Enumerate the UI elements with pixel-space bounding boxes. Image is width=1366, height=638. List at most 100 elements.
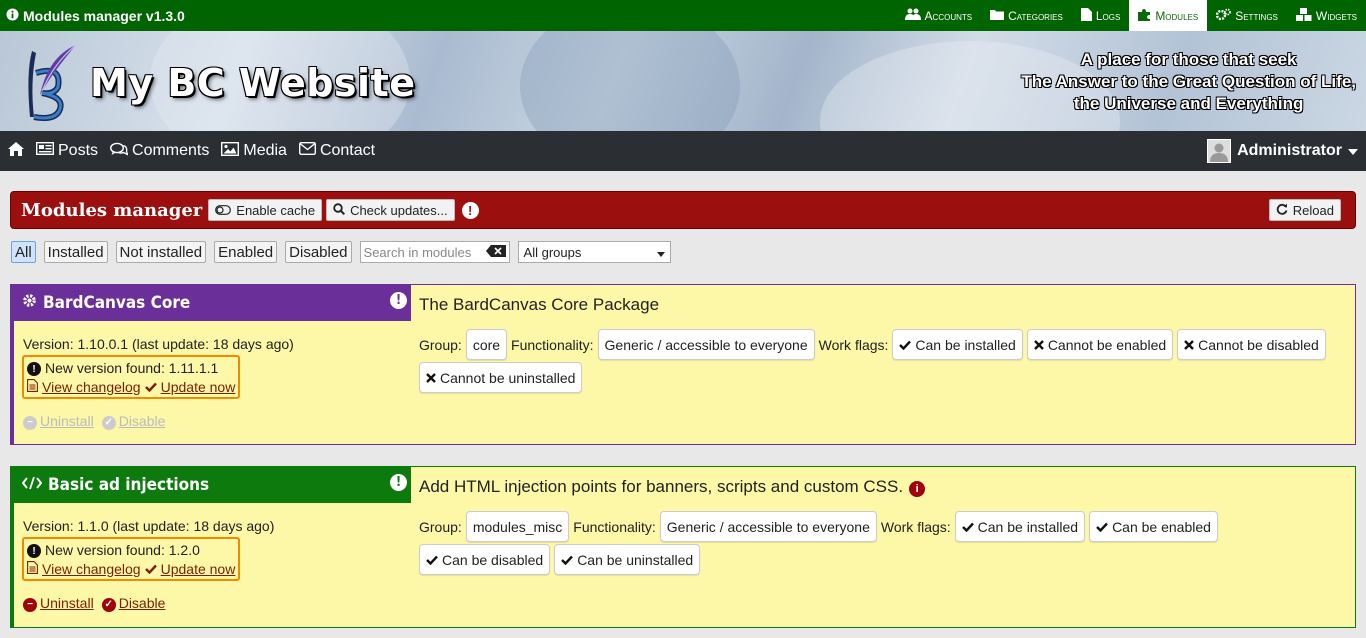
tagline-line: The Answer to the Great Question of Life… (1021, 72, 1356, 91)
work-flag-label: Can be installed (915, 336, 1016, 353)
site-title[interactable]: My BC Website (90, 61, 416, 105)
filter-enabled[interactable]: Enabled (214, 241, 278, 263)
module-card-details: The BardCanvas Core Package Group: core … (411, 285, 1355, 444)
menu-item-categories[interactable]: Categories (981, 0, 1072, 31)
file-icon (1080, 7, 1092, 24)
menu-item-modules[interactable]: Modules (1129, 0, 1208, 31)
user-name: Administrator (1237, 142, 1342, 159)
disable-link-label: Disable (118, 412, 166, 429)
uninstall-link-label: Uninstall (40, 412, 94, 429)
module-actions: − Uninstall ✓ Disable (23, 412, 165, 430)
nav-home[interactable] (8, 141, 24, 161)
update-now-link[interactable]: Update now (161, 561, 236, 577)
group-label: Group: (419, 336, 462, 353)
refresh-icon (1276, 203, 1288, 218)
nav-posts[interactable]: Posts (35, 141, 98, 160)
module-filters: All Installed Not installed Enabled Disa… (11, 241, 671, 263)
filter-not-installed[interactable]: Not installed (115, 241, 207, 263)
new-version-notice: ! New version found: 1.11.1.1 View chang… (22, 355, 241, 399)
new-version-text: New version found: 1.2.0 (45, 541, 200, 558)
work-flag-label: Cannot be enabled (1047, 336, 1167, 353)
gears-icon (1216, 8, 1232, 24)
search-placeholder: Search in modules (363, 244, 472, 260)
view-changelog-link[interactable]: View changelog (42, 379, 141, 395)
nav-media[interactable]: Media (221, 141, 287, 161)
search-input[interactable]: Search in modules (359, 241, 510, 263)
work-flag: Cannot be disabled (1177, 329, 1326, 360)
times-icon (426, 370, 436, 386)
menu-item-label: Widgets (1315, 8, 1357, 23)
check-icon (144, 561, 157, 577)
disable-link[interactable]: ✓ Disable (101, 594, 165, 612)
module-description-text: The BardCanvas Core Package (419, 295, 660, 314)
folder-icon (990, 8, 1005, 23)
work-flag-label: Cannot be uninstalled (440, 369, 576, 386)
module-name: Basic ad injections (48, 475, 210, 495)
functionality-label: Functionality: (511, 336, 594, 353)
work-flag: Can be uninstalled (554, 544, 701, 575)
check-updates-button[interactable]: Check updates... (326, 199, 455, 221)
disable-link[interactable]: ✓ Disable (101, 412, 166, 430)
file-text-icon (27, 378, 38, 395)
filter-installed[interactable]: Installed (43, 241, 108, 263)
work-flag: Can be enabled (1089, 511, 1218, 542)
menu-item-label: Categories (1008, 8, 1063, 23)
filter-disabled[interactable]: Disabled (285, 241, 352, 263)
functionality-label: Functionality: (573, 518, 656, 535)
times-icon (1184, 337, 1194, 353)
work-flag-label: Can be disabled (442, 551, 544, 568)
exclamation-circle-icon: ! (27, 541, 41, 559)
module-card: Basic ad injections ! Version: 1.1.0 (la… (10, 466, 1356, 628)
user-menu[interactable]: Administrator (1207, 139, 1366, 163)
module-description-text: Add HTML injection points for banners, s… (419, 477, 904, 496)
functionality-value: Generic / accessible to everyone (597, 329, 815, 360)
menu-item-label: Modules (1155, 8, 1199, 23)
menu-item-widgets[interactable]: Widgets (1287, 0, 1366, 31)
group-value: core (465, 329, 508, 360)
work-flags-label: Work flags: (818, 336, 889, 353)
avatar (1207, 139, 1232, 163)
reload-button[interactable]: Reload (1268, 199, 1341, 221)
chevron-down-icon (656, 245, 665, 260)
uninstall-link[interactable]: − Uninstall (23, 594, 94, 612)
module-warning-icon[interactable]: ! (390, 292, 407, 309)
group-select[interactable]: All groups (517, 241, 671, 263)
caret-down-icon (1348, 142, 1358, 160)
header-background-swirl (520, 31, 740, 131)
menu-item-settings[interactable]: Settings (1207, 0, 1287, 31)
filter-all[interactable]: All (11, 241, 36, 263)
site-logo[interactable] (18, 43, 80, 121)
cubes-icon (1295, 7, 1312, 24)
updates-alert-icon[interactable]: ! (461, 201, 479, 219)
clear-search-icon[interactable] (485, 244, 506, 260)
menu-item-label: Logs (1095, 8, 1121, 23)
menu-item-accounts[interactable]: Accounts (896, 0, 982, 31)
app-title: Modules manager v1.3.0 (0, 8, 185, 24)
uninstall-link[interactable]: − Uninstall (23, 412, 94, 430)
info-circle-icon[interactable]: i (909, 477, 926, 497)
module-warning-icon[interactable]: ! (390, 474, 407, 491)
enable-cache-button[interactable]: Enable cache (208, 199, 323, 221)
puzzle-icon (1138, 8, 1151, 24)
work-flag: Cannot be uninstalled (419, 362, 583, 393)
module-actions: − Uninstall ✓ Disable (23, 594, 165, 612)
check-icon (426, 552, 438, 568)
check-icon (899, 337, 912, 353)
nav-contact[interactable]: Contact (298, 141, 375, 160)
users-icon (904, 8, 921, 23)
work-flag: Can be disabled (419, 544, 551, 575)
work-flag: Can be installed (892, 329, 1023, 360)
module-properties: Group: core Functionality: Generic / acc… (419, 329, 1347, 393)
module-title-bar: Basic ad injections ! (14, 467, 411, 503)
button-label: Enable cache (236, 202, 316, 218)
image-icon (221, 141, 240, 161)
search-icon (333, 202, 346, 218)
module-version: Version: 1.10.0.1 (last update: 18 days … (23, 336, 294, 352)
work-flag-label: Can be enabled (1112, 518, 1211, 535)
nav-comments[interactable]: Comments (110, 142, 209, 161)
app-title-text: Modules manager v1.3.0 (23, 7, 185, 24)
view-changelog-link[interactable]: View changelog (42, 561, 141, 577)
update-now-link[interactable]: Update now (161, 379, 236, 395)
nav-link-label: Media (243, 142, 287, 159)
menu-item-logs[interactable]: Logs (1072, 0, 1129, 31)
